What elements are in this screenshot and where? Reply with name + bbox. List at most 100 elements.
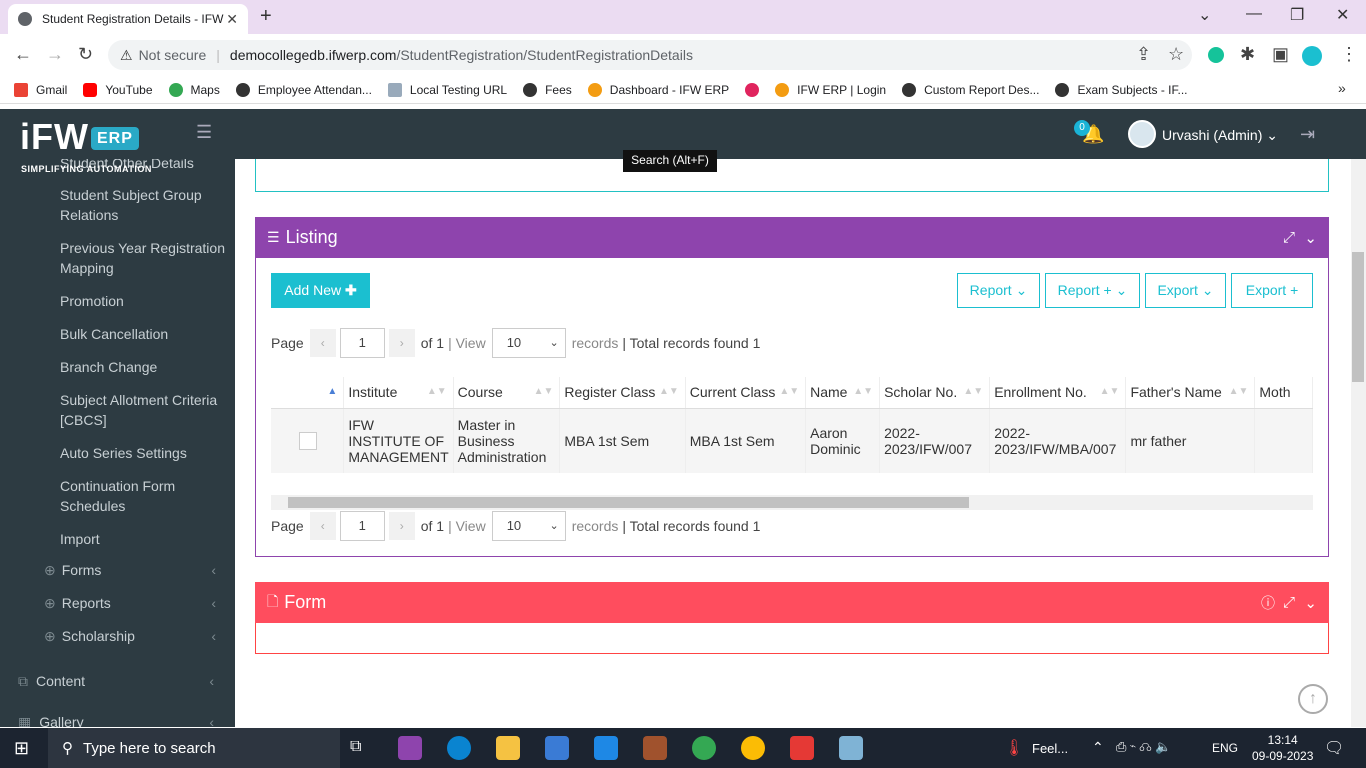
- row-checkbox[interactable]: [299, 431, 317, 450]
- page-input[interactable]: 1: [339, 511, 385, 541]
- sidebar-item-subject-allotment[interactable]: Subject Allotment Criteria [CBCS]: [60, 390, 230, 430]
- app-icon[interactable]: [643, 736, 667, 760]
- col-name[interactable]: Name ▲▼: [805, 377, 881, 409]
- logout-icon[interactable]: ⇥: [1300, 124, 1315, 145]
- col-course[interactable]: Course ▲▼: [453, 377, 561, 409]
- bookmark-red[interactable]: [745, 82, 760, 97]
- export-button[interactable]: Export ⌄: [1145, 273, 1226, 308]
- close-icon[interactable]: ✕: [226, 11, 238, 28]
- grammarly-icon[interactable]: [1208, 47, 1224, 63]
- view-select[interactable]: 10 ⌄: [491, 511, 566, 541]
- vertical-scroll-thumb[interactable]: [1352, 252, 1364, 382]
- sidebar-item-content[interactable]: ⧉ Content ‹: [18, 673, 228, 690]
- task-view-icon[interactable]: ⧉: [350, 738, 361, 756]
- export-plus-button[interactable]: Export +: [1231, 273, 1313, 308]
- view-select[interactable]: 10 ⌄: [491, 328, 566, 358]
- bookmark-employee[interactable]: Employee Attendan...: [235, 82, 372, 97]
- notepad-icon[interactable]: [839, 736, 863, 760]
- col-current-class[interactable]: Current Class ▲▼: [685, 377, 807, 409]
- report-button[interactable]: Report ⌄: [957, 273, 1040, 308]
- store-icon[interactable]: [545, 736, 569, 760]
- col-institute[interactable]: Institute ▲▼: [343, 377, 454, 409]
- star-icon[interactable]: ☆: [1168, 44, 1184, 65]
- menu-icon[interactable]: ⋮: [1340, 44, 1358, 65]
- col-enrollment-no[interactable]: Enrollment No. ▲▼: [989, 377, 1127, 409]
- sidebar-item-previous-year[interactable]: Previous Year Registration Mapping: [60, 238, 230, 278]
- address-bar[interactable]: ⚠ Not secure | democollegedb.ifwerp.com …: [108, 40, 1192, 70]
- expand-icon[interactable]: ⤢: [1283, 229, 1295, 246]
- vertical-scrollbar[interactable]: [1351, 159, 1366, 727]
- bookmark-youtube[interactable]: YouTube: [83, 82, 153, 97]
- bookmark-dashboard[interactable]: Dashboard - IFW ERP: [587, 82, 729, 97]
- restore-button[interactable]: ❐: [1290, 5, 1304, 25]
- tray-chevron-icon[interactable]: ⌃: [1092, 739, 1104, 756]
- next-page-button[interactable]: ›: [388, 512, 415, 540]
- sidebar-item-promotion[interactable]: Promotion: [60, 291, 230, 311]
- sidebar-item-auto-series[interactable]: Auto Series Settings: [60, 443, 230, 463]
- page-input[interactable]: 1: [339, 328, 385, 358]
- bookmark-custom[interactable]: Custom Report Des...: [902, 82, 1039, 97]
- bookmark-gmail[interactable]: Gmail: [14, 82, 67, 97]
- extensions-icon[interactable]: ✱: [1240, 44, 1255, 65]
- chrome-icon[interactable]: [741, 736, 765, 760]
- bookmark-maps[interactable]: Maps: [168, 82, 220, 97]
- avatar[interactable]: [1128, 120, 1156, 148]
- scroll-top-button[interactable]: ↑: [1298, 684, 1328, 714]
- minimize-button[interactable]: —: [1246, 5, 1262, 23]
- prev-page-button[interactable]: ‹: [309, 329, 336, 357]
- add-new-button[interactable]: Add New ✚: [271, 273, 370, 308]
- file-explorer-icon[interactable]: [496, 736, 520, 760]
- bookmark-exam[interactable]: Exam Subjects - IF...: [1055, 82, 1188, 97]
- wps-icon[interactable]: [398, 736, 422, 760]
- logo[interactable]: iFW ERP: [20, 116, 139, 158]
- windows-start-icon[interactable]: ⊞: [14, 738, 29, 759]
- info-icon[interactable]: ⓘ: [1261, 593, 1275, 613]
- hamburger-icon[interactable]: ☰: [196, 122, 212, 143]
- reload-icon[interactable]: ↻: [78, 44, 93, 65]
- table-row[interactable]: IFW INSTITUTE OF MANAGEMENT Master in Bu…: [271, 408, 1313, 473]
- sidebar-item-continuation[interactable]: Continuation Form Schedules: [60, 476, 230, 516]
- sidebar-item-branch-change[interactable]: Branch Change: [60, 357, 230, 377]
- back-icon[interactable]: ←: [14, 44, 32, 65]
- chevron-down-icon[interactable]: ⌄: [1304, 594, 1317, 612]
- anydesk-icon[interactable]: [790, 736, 814, 760]
- sidebar-section-forms[interactable]: ⊕ Forms ‹: [44, 562, 224, 579]
- weather-text[interactable]: Feel...: [1032, 741, 1068, 756]
- horizontal-scroll-thumb[interactable]: [288, 497, 969, 508]
- col-fathers-name[interactable]: Father's Name ▲▼: [1125, 377, 1256, 409]
- next-page-button[interactable]: ›: [388, 329, 415, 357]
- chrome-icon[interactable]: [692, 736, 716, 760]
- col-mother[interactable]: Moth: [1254, 377, 1313, 409]
- expand-icon[interactable]: ⤢: [1283, 594, 1295, 611]
- browser-tab[interactable]: Student Registration Details - IFW ✕: [8, 4, 248, 34]
- bookmark-login[interactable]: IFW ERP | Login: [775, 82, 886, 97]
- report-plus-button[interactable]: Report + ⌄: [1045, 273, 1140, 308]
- sidepanel-icon[interactable]: ▣: [1272, 44, 1289, 65]
- chevron-down-icon[interactable]: ⌄: [1304, 229, 1317, 247]
- user-menu[interactable]: Urvashi (Admin) ⌄: [1162, 127, 1278, 144]
- col-scholar-no[interactable]: Scholar No. ▲▼: [879, 377, 991, 409]
- sidebar-item-subject-group[interactable]: Student Subject Group Relations: [60, 185, 230, 225]
- mail-icon[interactable]: [594, 736, 618, 760]
- new-tab-button[interactable]: +: [260, 5, 272, 28]
- share-icon[interactable]: ⇪: [1136, 44, 1151, 65]
- col-select[interactable]: ▲: [271, 377, 345, 409]
- col-register-class[interactable]: Register Class ▲▼: [559, 377, 686, 409]
- edge-icon[interactable]: [447, 736, 471, 760]
- notification-icon[interactable]: 🗨: [1324, 738, 1344, 758]
- bookmark-fees[interactable]: Fees: [523, 82, 572, 97]
- bookmark-local[interactable]: Local Testing URL: [387, 82, 507, 97]
- sidebar-section-scholarship[interactable]: ⊕ Scholarship ‹: [44, 628, 224, 645]
- sidebar-item-bulk-cancellation[interactable]: Bulk Cancellation: [60, 324, 230, 344]
- taskbar-search[interactable]: ⚲ Type here to search: [48, 728, 340, 768]
- chevron-down-icon[interactable]: ⌄: [1198, 5, 1211, 25]
- more-bookmarks-icon[interactable]: »: [1338, 80, 1346, 96]
- sidebar-item-gallery[interactable]: ▦ Gallery ‹: [18, 714, 228, 727]
- prev-page-button[interactable]: ‹: [309, 512, 336, 540]
- tray-icons[interactable]: ⎙ ⌁ ☊ 🔈: [1116, 739, 1171, 755]
- profile-icon[interactable]: [1302, 46, 1322, 66]
- clock[interactable]: 13:14 09-09-2023: [1252, 732, 1313, 764]
- row-checkbox-cell[interactable]: [271, 408, 345, 473]
- sidebar-section-reports[interactable]: ⊕ Reports ‹: [44, 595, 224, 612]
- forward-icon[interactable]: →: [46, 44, 64, 65]
